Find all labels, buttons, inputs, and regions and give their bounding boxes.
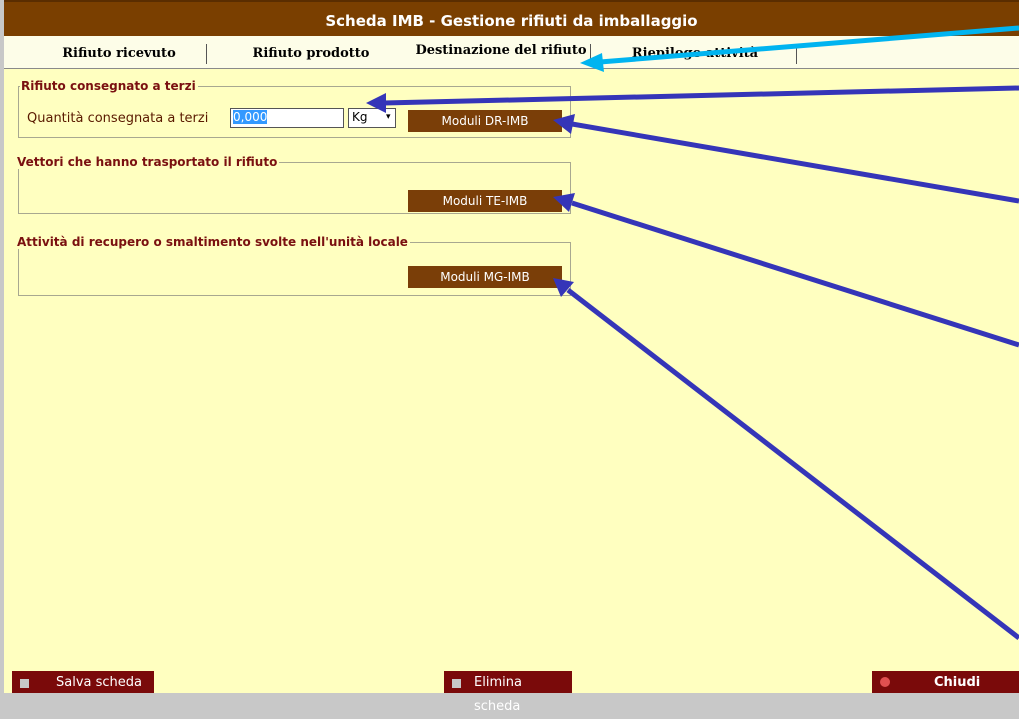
tab-bar: Rifiuto ricevuto Rifiuto prodotto Destin… [4,36,1019,69]
chiudi-button[interactable]: Chiudi [872,671,1019,693]
close-icon [880,677,890,687]
tab-riepilogo-attivita[interactable]: Riepilogo attività [600,36,790,68]
tab-separator [796,44,797,64]
delete-icon [452,679,461,688]
moduli-dr-imb-button[interactable]: Moduli DR-IMB [408,110,562,132]
tab-separator [590,44,591,64]
quantity-input[interactable]: 0,000 [230,108,344,128]
salva-scheda-button[interactable]: Salva scheda [12,671,154,693]
tab-rifiuto-ricevuto[interactable]: Rifiuto ricevuto [44,36,194,68]
elimina-scheda-label: Elimina scheda [474,675,522,714]
quantity-label: Quantità consegnata a terzi [27,111,209,126]
moduli-te-imb-button[interactable]: Moduli TE-IMB [408,190,562,212]
tab-rifiuto-prodotto[interactable]: Rifiuto prodotto [226,36,396,68]
elimina-scheda-button[interactable]: Elimina scheda [444,671,572,714]
tab-destinazione-del-rifiuto[interactable]: Destinazione del rifiuto [412,36,590,68]
group-title-vettori: Vettori che hanno trasportato il rifiuto [16,155,280,169]
group-title-consegnato: Rifiuto consegnato a terzi [20,79,198,93]
dropdown-arrow-icon[interactable]: ▾ [386,112,391,122]
chiudi-label: Chiudi [934,675,981,690]
tab-separator [206,44,207,64]
moduli-mg-imb-button[interactable]: Moduli MG-IMB [408,266,562,288]
save-icon [20,679,29,688]
window-title: Scheda IMB - Gestione rifiuti da imballa… [4,0,1019,36]
quantity-value: 0,000 [233,110,268,124]
salva-scheda-label: Salva scheda [56,675,142,690]
group-title-attivita: Attività di recupero o smaltimento svolt… [16,235,410,249]
window-frame: Scheda IMB - Gestione rifiuti da imballa… [4,0,1019,714]
